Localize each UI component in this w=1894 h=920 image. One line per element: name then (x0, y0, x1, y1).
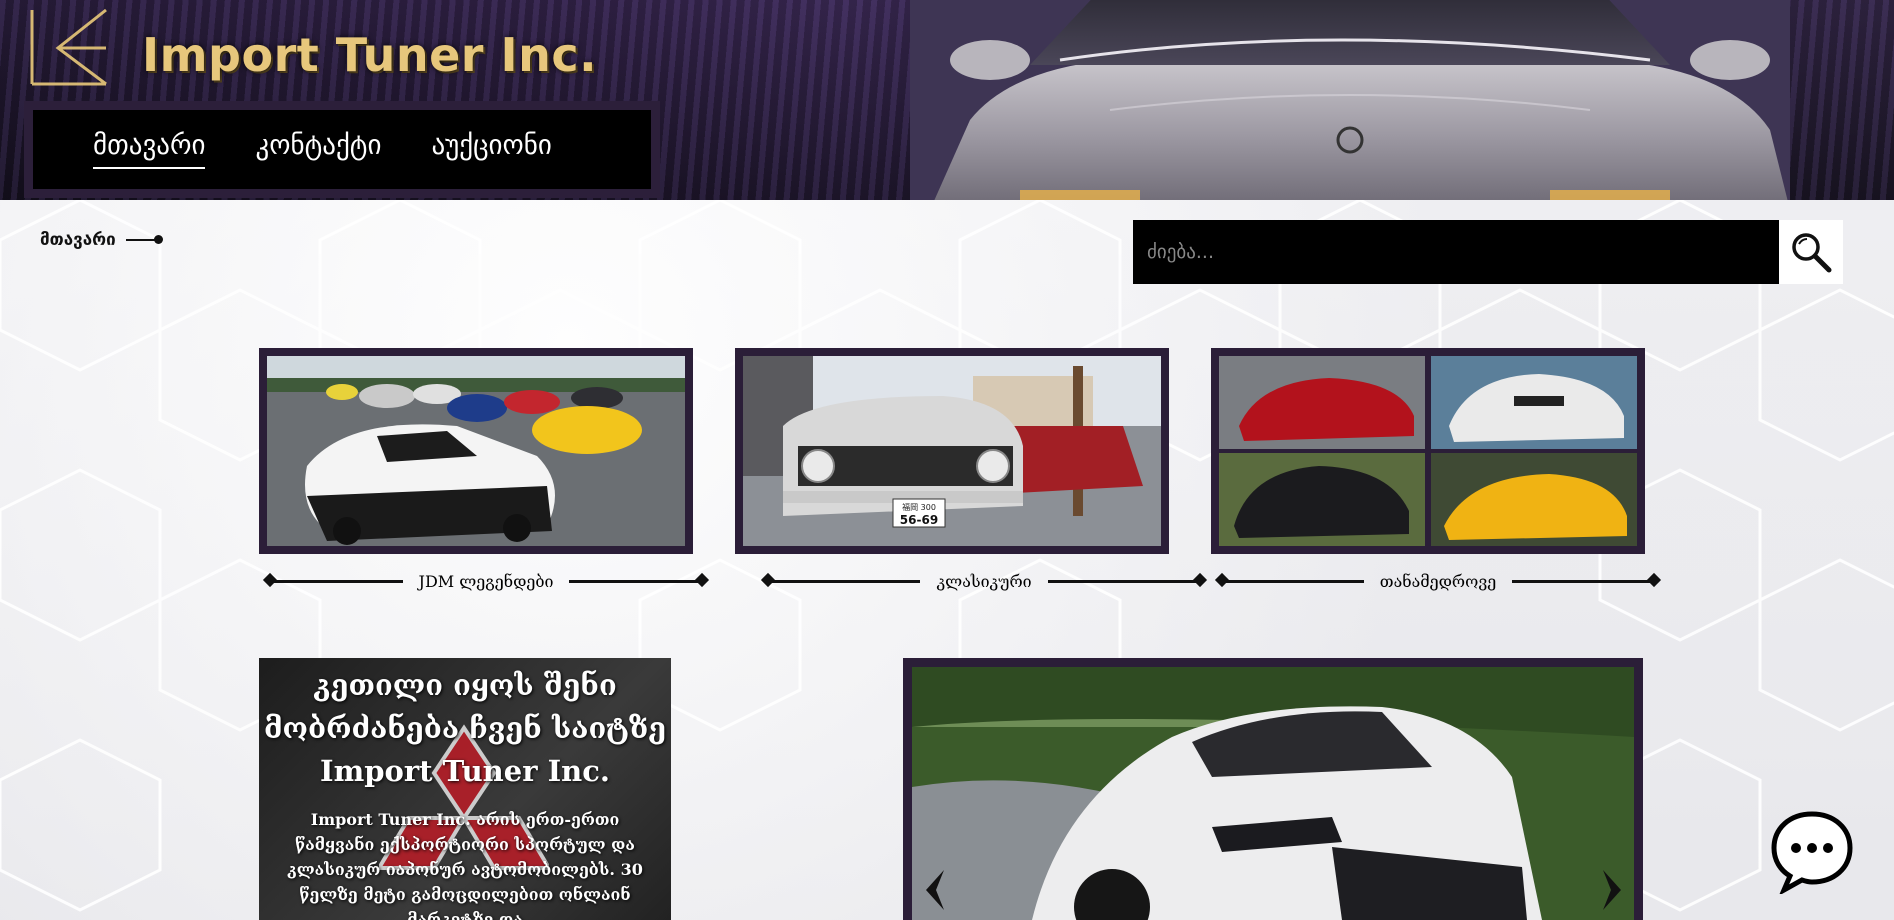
chat-bubble-icon[interactable] (1770, 810, 1854, 894)
welcome-title-line3: Import Tuner Inc. (320, 754, 610, 788)
breadcrumb-marker (125, 235, 163, 244)
magnifier-icon (1792, 233, 1832, 273)
caption-divider (569, 579, 703, 583)
chevron-left-icon[interactable] (922, 868, 946, 912)
search-button[interactable] (1779, 220, 1843, 284)
classic-car-image: 福岡 300 56-69 (743, 356, 1161, 546)
main-nav: მთავარი კონტაქტი აუქციონი (24, 101, 660, 198)
stylized-k-logo-icon[interactable] (28, 6, 110, 88)
caption-divider (269, 579, 403, 583)
caption-divider (1512, 579, 1655, 583)
category-card-modern[interactable] (1211, 348, 1645, 554)
category-caption-modern: თანამედროვე (1221, 570, 1655, 592)
category-caption-jdm: JDM ლეგენდები (269, 570, 703, 592)
category-card-classic[interactable]: 福岡 300 56-69 (735, 348, 1169, 554)
category-label[interactable]: JDM ლეგენდები (403, 572, 570, 591)
plate-text: 福岡 300 (902, 503, 936, 512)
category-label[interactable]: კლასიკური (920, 572, 1047, 591)
plate-number: 56-69 (900, 513, 938, 527)
image-slider (903, 658, 1643, 920)
chevron-right-icon[interactable] (1601, 868, 1625, 912)
category-card-jdm[interactable] (259, 348, 693, 554)
welcome-title: კეთილი იყოს შენი მობრძანება ჩვენ საიტზე … (259, 658, 671, 793)
search-input[interactable] (1133, 220, 1779, 284)
welcome-title-line2: მობრძანება ჩვენ საიტზე (263, 711, 667, 745)
nav-item-auction[interactable]: აუქციონი (431, 130, 551, 169)
brand-name[interactable]: Import Tuner Inc. (142, 28, 597, 82)
welcome-panel: კეთილი იყოს შენი მობრძანება ჩვენ საიტზე … (259, 658, 671, 920)
breadcrumb: მთავარი (40, 230, 163, 250)
header-car-image (910, 0, 1790, 200)
category-caption-classic: კლასიკური (767, 570, 1202, 592)
welcome-title-line1: კეთილი იყოს შენი (313, 668, 617, 702)
caption-divider (1047, 579, 1202, 583)
modern-cars-image (1219, 356, 1637, 546)
caption-divider (1221, 579, 1364, 583)
main-nav-inner: მთავარი კონტაქტი აუქციონი (33, 110, 651, 189)
slider-image (912, 667, 1634, 920)
nav-item-home[interactable]: მთავარი (93, 130, 206, 169)
welcome-body: Import Tuner Inc. არის ერთ-ერთი წამყვანი… (287, 810, 643, 920)
jdm-cars-image (267, 356, 685, 546)
breadcrumb-home[interactable]: მთავარი (40, 230, 116, 250)
nav-item-contact[interactable]: კონტაქტი (255, 130, 381, 169)
category-label[interactable]: თანამედროვე (1364, 572, 1512, 591)
caption-divider (767, 579, 921, 583)
site-header: Import Tuner Inc. მთავარი კონტაქტი აუქცი… (0, 0, 1894, 200)
